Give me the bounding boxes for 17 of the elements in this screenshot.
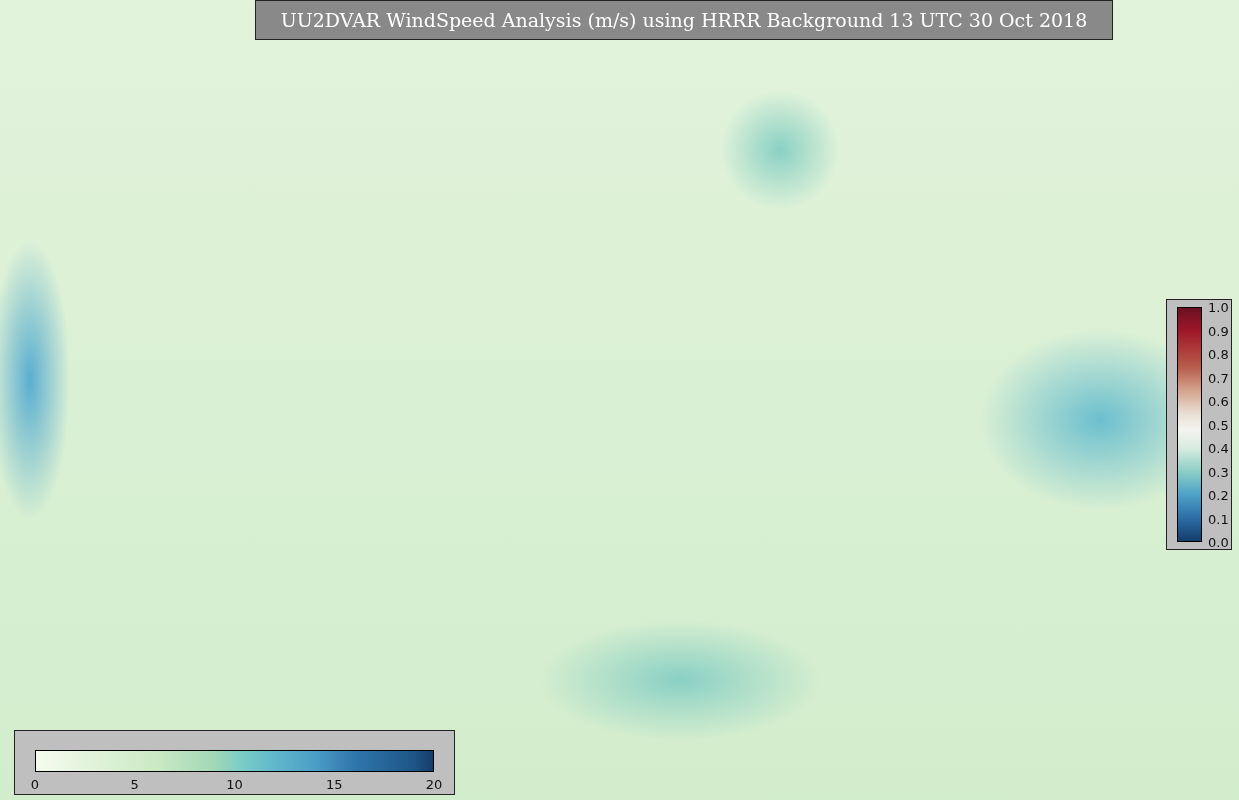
- tick-label: 0.1: [1208, 511, 1229, 526]
- map-title: UU2DVAR WindSpeed Analysis (m/s) using HRRR Background 13 UTC 30 Oct 2018: [255, 0, 1113, 40]
- tick-label: 20: [425, 777, 443, 792]
- tick-label: 15: [326, 777, 343, 792]
- tick-label: 0.2: [1208, 487, 1229, 503]
- tick-label: 0.0: [1208, 534, 1229, 550]
- tick-label: 0.7: [1208, 370, 1229, 385]
- tick-label: 5: [130, 777, 139, 792]
- tick-label: 0.9: [1208, 323, 1229, 338]
- tick-label: 10: [226, 777, 243, 792]
- tick-label: 0: [30, 777, 40, 792]
- tick-label: 0.4: [1208, 440, 1229, 456]
- tick-label: 0.8: [1208, 346, 1229, 362]
- tick-label: 0.6: [1208, 393, 1229, 409]
- tick-label: 0.5: [1208, 417, 1229, 432]
- tick-label: 1.0: [1208, 299, 1229, 315]
- tick-label: 0.3: [1208, 464, 1229, 479]
